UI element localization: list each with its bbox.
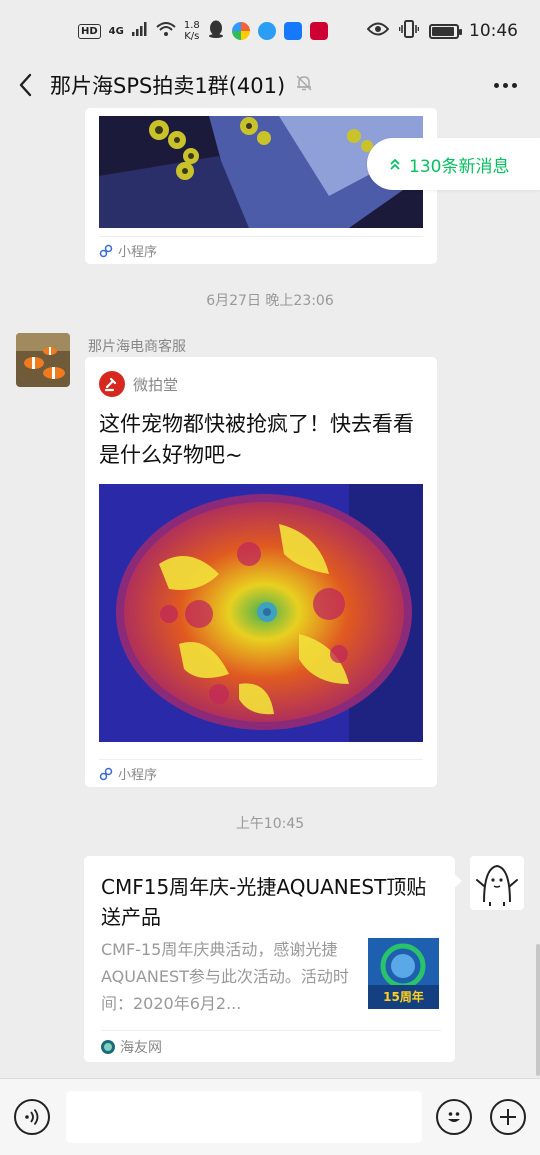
chat-header: 那片海SPS拍卖1群(401) [0, 62, 540, 108]
more-dot-icon [502, 82, 508, 88]
avatar[interactable] [16, 333, 70, 387]
coral-image-2 [99, 484, 423, 742]
mini-program-card-2[interactable]: 微拍堂 这件宠物都快被抢疯了！快去看看是什么好物吧~ 小程序 [85, 357, 437, 787]
bubble-tail [454, 874, 462, 888]
mini-program-header: 微拍堂 [99, 371, 178, 397]
new-messages-label: 130条新消息 [409, 156, 510, 177]
sender-name: 那片海电商客服 [88, 339, 186, 355]
input-bar [0, 1078, 540, 1155]
voice-icon [25, 1108, 39, 1126]
back-arrow-icon [19, 73, 32, 97]
timestamp: 上午10:45 [235, 816, 305, 832]
article-description: CMF-15周年庆典活动，感谢光捷AQUANEST参与此次活动。活动时间：202… [101, 940, 349, 1013]
back-button[interactable] [0, 62, 50, 108]
new-messages-button[interactable]: 130条新消息 [367, 138, 540, 190]
article-title: CMF15周年庆-光捷AQUANEST顶贴送产品 [101, 875, 427, 929]
speed-value: 1.8 [183, 20, 200, 31]
more-dot-icon [511, 82, 517, 88]
vibrate-icon [398, 19, 420, 43]
card-footer: 小程序 [99, 236, 423, 264]
double-chevron-up-icon [390, 158, 400, 170]
weipaitang-logo-icon [99, 371, 125, 397]
my-avatar[interactable] [470, 856, 524, 910]
mini-program-text: 这件宠物都快被抢疯了！快去看看是什么好物吧~ [99, 412, 414, 467]
mini-program-name: 微拍堂 [133, 375, 179, 394]
network-label: 4G [108, 25, 124, 37]
hd-badge: HD [78, 23, 101, 39]
source-name: 海友网 [120, 1039, 162, 1056]
mini-program-icon [99, 767, 113, 780]
message-input[interactable] [66, 1091, 422, 1143]
battery-icon [429, 23, 462, 39]
thumbnail-caption: 15周年 [383, 990, 424, 1004]
clownfish-avatar-image [16, 333, 70, 387]
card-footer: 海友网 [101, 1030, 441, 1062]
status-right: 10:46 [366, 19, 518, 43]
qq-icon [208, 20, 224, 42]
emoji-button[interactable] [436, 1099, 472, 1135]
more-button[interactable] [490, 72, 520, 98]
ghost-doodle-avatar-image [476, 864, 518, 906]
source-logo-icon [101, 1039, 115, 1054]
mute-bell-icon [295, 74, 313, 96]
speed-unit: K/s [184, 31, 200, 42]
app-notification-icon-1 [231, 22, 250, 40]
article-thumbnail: 15周年 [368, 938, 439, 1009]
plus-icon [500, 1109, 516, 1125]
chat-title: 那片海SPS拍卖1群(401) [50, 74, 286, 98]
card-footer: 小程序 [99, 759, 423, 787]
network-speed: 1.8 K/s [184, 20, 200, 42]
signal-icon [131, 22, 148, 40]
voice-button[interactable] [14, 1099, 50, 1135]
status-bar: HD 4G 1.8 K/s 10:46 [0, 0, 540, 62]
mini-program-label: 小程序 [118, 245, 158, 260]
scrollbar[interactable] [536, 944, 540, 1076]
wifi-icon [156, 21, 176, 41]
alipay-icon [283, 22, 302, 40]
more-dot-icon [493, 82, 499, 88]
plus-button[interactable] [490, 1099, 526, 1135]
link-card[interactable]: CMF15周年庆-光捷AQUANEST顶贴送产品 CMF-15周年庆典活动，感谢… [84, 856, 455, 1062]
emoji-icon [448, 1112, 460, 1122]
mini-program-label: 小程序 [118, 768, 158, 783]
status-indicators: HD 4G 1.8 K/s [78, 20, 328, 42]
timestamp: 6月27日 晚上23:06 [206, 293, 334, 309]
mini-program-icon [99, 244, 113, 257]
bank-app-icon [309, 22, 328, 40]
eye-icon [366, 21, 390, 42]
app-notification-icon-2 [257, 22, 276, 40]
clock: 10:46 [469, 21, 518, 41]
